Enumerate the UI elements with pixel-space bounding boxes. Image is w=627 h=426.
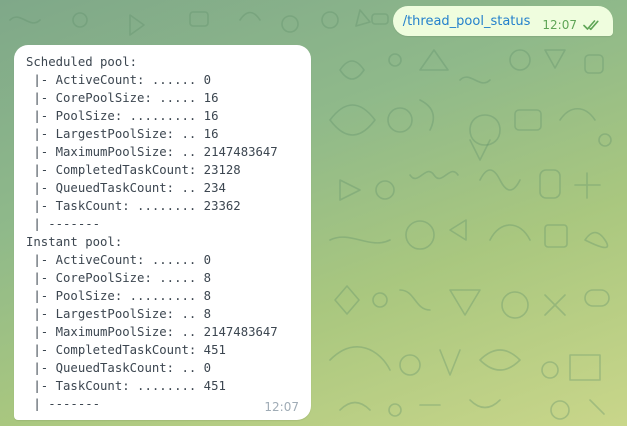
pool-status-line: |- ActiveCount: ...... 0 bbox=[26, 253, 212, 267]
pool-status-line: | ------- bbox=[26, 217, 101, 231]
incoming-message-bubble[interactable]: Scheduled pool: |- ActiveCount: ...... 0… bbox=[14, 45, 311, 420]
pool-status-line: |- TaskCount: ........ 23362 bbox=[26, 199, 241, 213]
pool-status-line: |- QueuedTaskCount: .. 0 bbox=[26, 361, 212, 375]
outgoing-command-link[interactable]: /thread_pool_status bbox=[403, 14, 531, 29]
pool-status-line: |- CompletedTaskCount: 451 bbox=[26, 343, 226, 357]
pool-status-line: |- CompletedTaskCount: 23128 bbox=[26, 163, 241, 177]
pool-status-line: |- ActiveCount: ...... 0 bbox=[26, 73, 212, 87]
pool-status-line: Scheduled pool: bbox=[26, 55, 138, 69]
pool-status-line: |- TaskCount: ........ 451 bbox=[26, 379, 226, 393]
pool-status-line: |- CorePoolSize: ..... 16 bbox=[26, 91, 219, 105]
outgoing-message-time: 12:07 bbox=[542, 18, 577, 32]
incoming-message-time: 12:07 bbox=[264, 400, 299, 414]
pool-status-line: |- QueuedTaskCount: .. 234 bbox=[26, 181, 226, 195]
pool-status-line: |- PoolSize: ......... 8 bbox=[26, 289, 212, 303]
pool-status-line: |- CorePoolSize: ..... 8 bbox=[26, 271, 212, 285]
outgoing-message-bubble[interactable]: /thread_pool_status 12:07 bbox=[392, 6, 613, 36]
pool-status-line: |- MaximumPoolSize: .. 2147483647 bbox=[26, 145, 278, 159]
pool-status-line: Instant pool: bbox=[26, 235, 123, 249]
double-check-icon bbox=[583, 20, 599, 31]
pool-status-line: | ------- bbox=[26, 397, 101, 411]
outgoing-message-meta: 12:07 bbox=[542, 18, 603, 32]
pool-status-line: |- LargestPoolSize: .. 16 bbox=[26, 127, 219, 141]
pool-status-line: |- LargestPoolSize: .. 8 bbox=[26, 307, 212, 321]
pool-status-text: Scheduled pool: |- ActiveCount: ...... 0… bbox=[26, 53, 278, 413]
pool-status-line: |- PoolSize: ......... 16 bbox=[26, 109, 219, 123]
pool-status-line: |- MaximumPoolSize: .. 2147483647 bbox=[26, 325, 278, 339]
